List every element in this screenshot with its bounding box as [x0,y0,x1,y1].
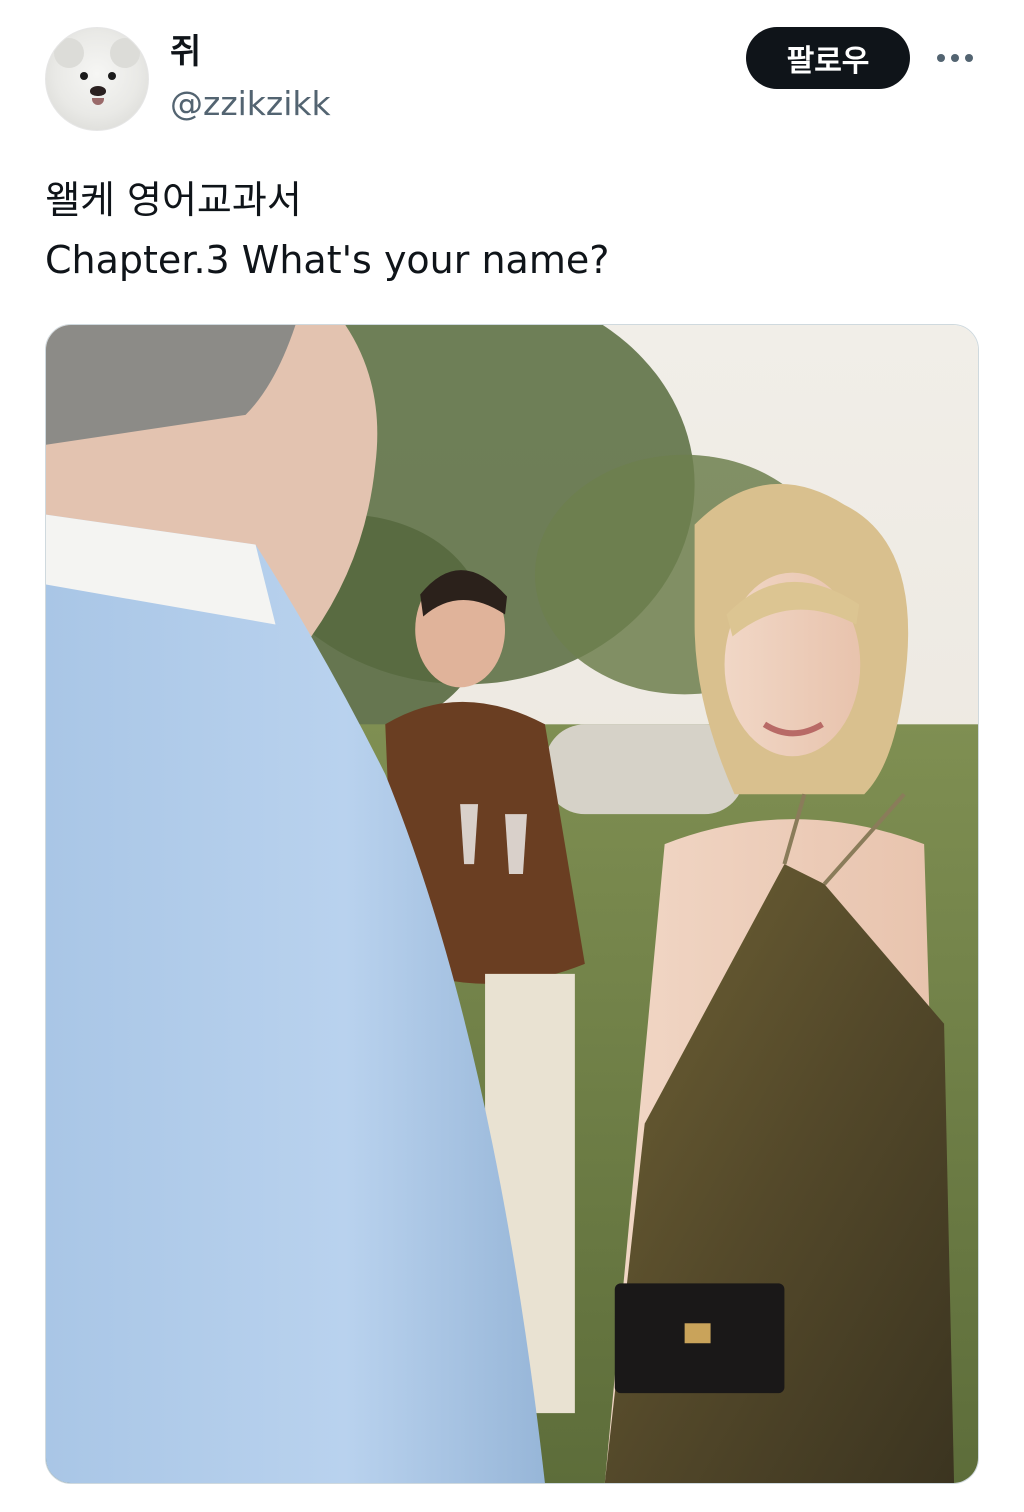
tweet-card: 쥐 @zzikzikk 팔로우 왤케 영어교과서 Chapter.3 What'… [0,0,1024,1512]
avatar-eye [108,72,116,80]
tweet-photo[interactable] [45,324,979,1484]
avatar-mouth [92,98,104,105]
tweet-text-line: Chapter.3 What's your name? [45,238,610,282]
more-dot [951,54,959,62]
avatar-nose [90,86,106,96]
avatar-eye [80,72,88,80]
author-handle[interactable]: @zzikzikk [170,82,331,126]
avatar-ear [110,38,140,68]
avatar-ear [54,38,84,68]
tweet-text-line: 왤케 영어교과서 [45,178,302,222]
follow-button[interactable]: 팔로우 [746,27,910,89]
more-dot [965,54,973,62]
more-dot [937,54,945,62]
author-avatar[interactable] [45,27,149,131]
author-display-name[interactable]: 쥐 [170,30,201,74]
more-options-icon[interactable] [926,36,984,80]
tweet-text: 왤케 영어교과서 Chapter.3 What's your name? [45,170,975,290]
photo-illustration [46,325,978,1483]
